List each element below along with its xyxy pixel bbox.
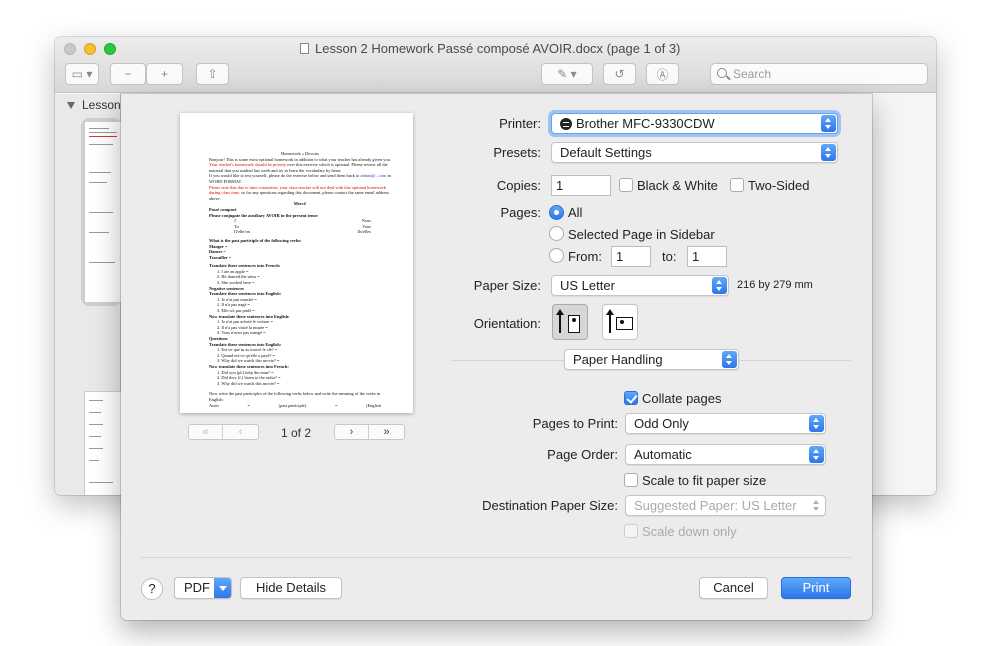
black-white-label: Black & White <box>637 178 718 193</box>
printer-label: Printer: <box>499 116 541 131</box>
pages-to-print-select[interactable]: Odd Only <box>625 413 826 434</box>
pages-selected-radio[interactable] <box>549 226 564 241</box>
black-white-checkbox[interactable] <box>619 178 633 192</box>
next-page-button[interactable]: › <box>335 425 370 439</box>
print-button[interactable]: Print <box>781 577 851 599</box>
chevron-down-icon <box>214 578 231 598</box>
page-nav-forward: › » <box>334 424 405 440</box>
preview-note: Please note that due to time constraints… <box>209 184 389 201</box>
page-thumbnail-2[interactable] <box>85 392 121 495</box>
paper-dimensions: 216 by 279 mm <box>737 279 813 291</box>
collate-checkbox[interactable] <box>624 391 638 405</box>
zoom-window-button[interactable] <box>104 43 116 55</box>
last-page-button[interactable]: » <box>369 425 404 439</box>
preview-intro: Bonjour! This is some extra optional hom… <box>209 156 391 173</box>
popup-arrows-icon <box>809 497 824 514</box>
disclosure-triangle-icon <box>67 102 75 109</box>
pages-selected-label: Selected Page in Sidebar <box>568 227 715 242</box>
two-sided-label: Two-Sided <box>748 178 810 193</box>
pages-range-radio[interactable] <box>549 248 564 263</box>
pages-to-print-label: Pages to Print: <box>532 416 618 431</box>
preview-footer-row: Avoir = (past participle) = (English <box>209 402 381 408</box>
two-sided-checkbox[interactable] <box>730 178 744 192</box>
pages-all-radio[interactable] <box>549 205 564 220</box>
pages-to-label: to: <box>662 249 677 264</box>
paper-size-label: Paper Size: <box>473 278 541 293</box>
preview-test: If you would like to test yourself, plea… <box>209 173 391 184</box>
sidebar-document-label[interactable]: Lesson <box>67 98 121 112</box>
title-bar: Lesson 2 Homework Passé composé AVOIR.do… <box>55 37 936 93</box>
pages-label: Pages: <box>500 205 541 220</box>
paper-size-select[interactable]: US Letter <box>551 275 729 296</box>
destination-paper-select[interactable]: Suggested Paper: US Letter <box>625 495 826 516</box>
scale-to-fit-checkbox[interactable] <box>624 473 638 487</box>
presets-label: Presets: <box>493 145 541 160</box>
share-button[interactable]: ⇧ <box>196 63 229 85</box>
rotate-button[interactable]: ↺ <box>603 63 636 85</box>
page-thumbnail-1[interactable] <box>85 122 121 302</box>
popup-arrows-icon <box>821 115 836 132</box>
up-arrow-icon <box>556 309 564 333</box>
page-nav-back: « ‹ <box>188 424 259 440</box>
help-button[interactable]: ? <box>141 578 163 600</box>
previous-page-button[interactable]: ‹ <box>223 425 258 439</box>
page-count: 1 of 2 <box>281 426 312 440</box>
markup-button[interactable]: ✎ ▾ <box>541 63 593 85</box>
search-input[interactable]: Search <box>710 63 928 85</box>
orientation-label: Orientation: <box>473 316 541 331</box>
portrait-orientation-button[interactable] <box>552 304 588 340</box>
printer-select[interactable]: Brother MFC-9330CDW <box>551 113 838 134</box>
printer-icon <box>560 118 572 130</box>
document-icon <box>300 43 309 54</box>
pages-all-label: All <box>568 205 583 220</box>
thumbnail-sidebar: Lesson <box>55 94 121 495</box>
zoom-in-button[interactable]: + <box>146 63 183 85</box>
close-window-button[interactable] <box>64 43 76 55</box>
popup-arrows-icon <box>821 144 836 161</box>
scale-to-fit-label: Scale to fit paper size <box>642 473 767 488</box>
copies-field[interactable]: 1 <box>551 175 611 196</box>
landscape-icon <box>616 317 633 330</box>
scale-down-checkbox[interactable] <box>624 524 638 538</box>
pdf-menu-button[interactable]: PDF <box>174 577 232 599</box>
collate-label: Collate pages <box>642 391 722 406</box>
pages-to-field[interactable]: 1 <box>687 246 727 267</box>
hide-details-button[interactable]: Hide Details <box>240 577 342 599</box>
pages-from-field[interactable]: 1 <box>611 246 651 267</box>
sidebar-toggle-button[interactable]: ▭ ▾ <box>65 63 99 85</box>
scale-down-label: Scale down only <box>642 524 737 539</box>
print-preview-page: Homework « Devoirs Bonjour! This is some… <box>180 113 413 413</box>
paper-handling-select[interactable]: Paper Handling <box>564 349 739 370</box>
search-icon <box>717 68 727 78</box>
print-dialog: Homework « Devoirs Bonjour! This is some… <box>121 94 872 620</box>
popup-arrows-icon <box>809 415 824 432</box>
popup-arrows-icon <box>809 446 824 463</box>
destination-paper-label: Destination Paper Size: <box>482 498 618 513</box>
presets-select[interactable]: Default Settings <box>551 142 838 163</box>
popup-arrows-icon <box>712 277 727 294</box>
portrait-icon <box>568 315 580 333</box>
page-order-label: Page Order: <box>547 447 618 462</box>
preview-footer: Now write the past participles of the fo… <box>209 391 381 402</box>
minimize-window-button[interactable] <box>84 43 96 55</box>
landscape-orientation-button[interactable] <box>602 304 638 340</box>
zoom-out-button[interactable]: − <box>110 63 146 85</box>
popup-arrows-icon <box>722 351 737 368</box>
footer-divider <box>141 557 851 558</box>
annotate-button[interactable]: Ⓐ <box>646 63 679 85</box>
cancel-button[interactable]: Cancel <box>699 577 768 599</box>
first-page-button[interactable]: « <box>189 425 224 439</box>
up-arrow-icon <box>606 309 614 333</box>
pages-from-label: From: <box>568 249 602 264</box>
page-order-select[interactable]: Automatic <box>625 444 826 465</box>
window-title: Lesson 2 Homework Passé composé AVOIR.do… <box>300 41 680 56</box>
copies-label: Copies: <box>496 178 541 193</box>
